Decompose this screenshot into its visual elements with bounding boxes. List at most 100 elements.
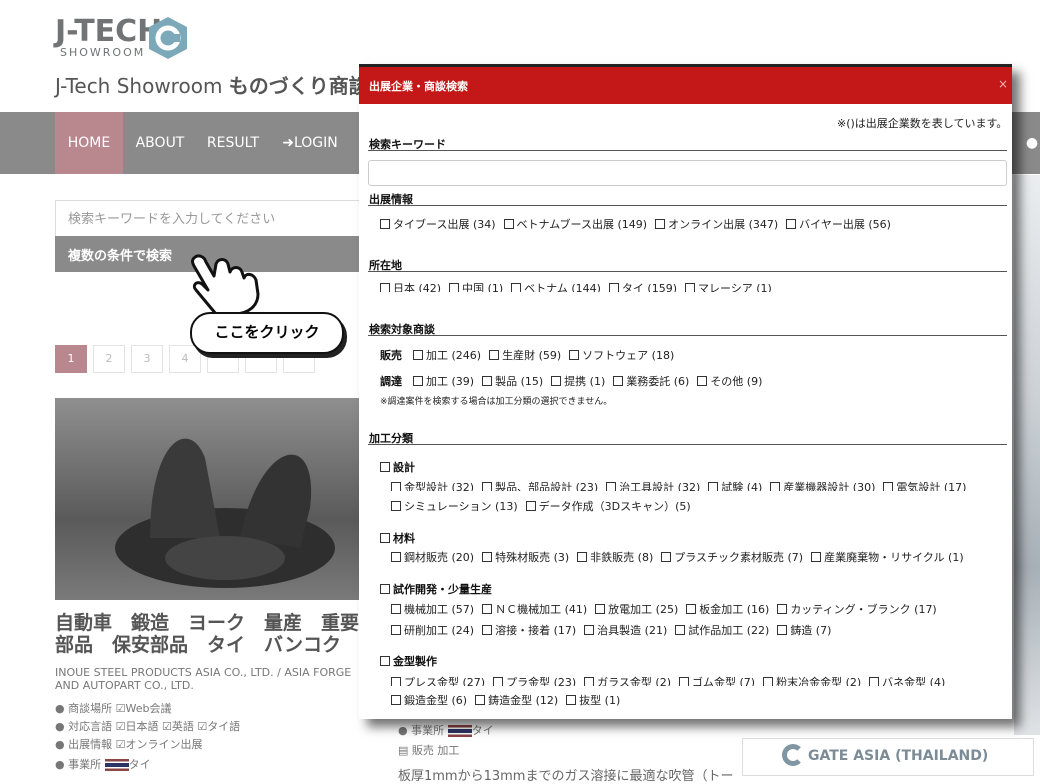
checkbox-option[interactable]: 特殊材販売 (3) [482, 549, 569, 565]
checkbox-option[interactable]: データ作成（3Dスキャン）(5) [525, 498, 691, 514]
checkbox-option[interactable]: 粉末冶金金型 (2) [763, 674, 861, 686]
checkbox[interactable] [391, 625, 401, 635]
checkbox[interactable] [391, 482, 401, 491]
checkbox[interactable] [569, 350, 580, 360]
checkbox[interactable] [482, 604, 493, 614]
nav-home[interactable]: HOME [55, 112, 123, 174]
checkbox[interactable] [380, 219, 390, 229]
checkbox-option[interactable]: 機械加工 (57) [391, 601, 474, 617]
page-2[interactable]: 2 [93, 345, 125, 373]
page-3[interactable]: 3 [131, 345, 163, 373]
material-category[interactable]: 材料 [380, 530, 415, 546]
nav-about[interactable]: ABOUT [124, 112, 196, 174]
checkbox-option[interactable]: マレーシア (1) [684, 280, 772, 292]
checkbox-option[interactable]: ＮＣ機械加工 (41) [482, 601, 587, 617]
checkbox-option[interactable]: 治工具設計 (32) [606, 479, 700, 491]
checkbox-option[interactable]: 鋼材販売 (20) [391, 549, 474, 565]
checkbox[interactable] [608, 283, 619, 292]
checkbox[interactable] [811, 552, 822, 562]
checkbox-option[interactable]: 加工 (246) [413, 347, 481, 363]
checkbox-option[interactable]: 治具製造 (21) [584, 622, 667, 638]
checkbox[interactable] [584, 625, 595, 635]
checkbox[interactable] [655, 219, 666, 229]
checkbox-option[interactable]: 電気設計 (17) [883, 479, 966, 491]
checkbox-option[interactable]: 製品 (15) [482, 373, 543, 389]
checkbox[interactable] [613, 376, 624, 386]
checkbox-option[interactable]: 鍛造金型 (6) [391, 692, 467, 708]
checkbox-option[interactable]: プラ金型 (23) [493, 674, 576, 686]
checkbox[interactable] [686, 604, 697, 614]
checkbox-option[interactable]: タイブース出展 (34) [380, 216, 496, 232]
checkbox[interactable] [380, 656, 390, 666]
checkbox[interactable] [675, 625, 686, 635]
checkbox-option[interactable]: 放電加工 (25) [595, 601, 678, 617]
checkbox[interactable] [661, 552, 672, 562]
checkbox-option[interactable]: 試作品加工 (22) [675, 622, 769, 638]
checkbox[interactable] [489, 350, 500, 360]
article-title[interactable]: 自動車 鍛造 ヨーク 量産 重要部品 保安部品 タイ バンコク [55, 612, 375, 656]
checkbox-option[interactable]: シミュレーション (13) [391, 498, 518, 514]
checkbox[interactable] [869, 677, 880, 686]
checkbox-option[interactable]: 研削加工 (24) [391, 622, 474, 638]
checkbox[interactable] [679, 677, 690, 686]
checkbox[interactable] [511, 283, 522, 292]
checkbox[interactable] [684, 283, 695, 292]
checkbox-option[interactable]: バイヤー出展 (56) [786, 216, 891, 232]
checkbox[interactable] [595, 604, 606, 614]
close-icon[interactable]: × [998, 77, 1008, 91]
checkbox-option[interactable]: ゴム金型 (7) [679, 674, 755, 686]
checkbox-option[interactable]: 金型設計 (32) [391, 479, 474, 491]
checkbox[interactable] [449, 283, 460, 292]
checkbox[interactable] [503, 219, 514, 229]
checkbox[interactable] [391, 604, 401, 614]
checkbox[interactable] [770, 482, 781, 491]
design-category[interactable]: 設計 [380, 459, 415, 475]
checkbox[interactable] [577, 552, 588, 562]
checkbox[interactable] [482, 376, 493, 386]
checkbox-option[interactable]: ガラス金型 (2) [584, 674, 671, 686]
checkbox-option[interactable]: 業務委託 (6) [613, 373, 689, 389]
mold-category[interactable]: 金型製作 [380, 653, 437, 669]
checkbox[interactable] [493, 677, 504, 686]
checkbox-option[interactable]: タイ (159) [608, 280, 677, 292]
checkbox-option[interactable]: 試験 (4) [708, 479, 762, 491]
checkbox[interactable] [482, 482, 493, 491]
checkbox[interactable] [777, 625, 788, 635]
checkbox[interactable] [380, 584, 390, 594]
checkbox-option[interactable]: 溶接・接着 (17) [482, 622, 576, 638]
checkbox[interactable] [584, 677, 595, 686]
nav-login[interactable]: ➜LOGIN [270, 112, 350, 174]
nav-result[interactable]: RESULT [197, 112, 269, 174]
checkbox-option[interactable]: ソフトウェア (18) [569, 347, 674, 363]
checkbox-option[interactable]: 加工 (39) [413, 373, 474, 389]
checkbox[interactable] [380, 533, 390, 543]
checkbox[interactable] [786, 219, 797, 229]
checkbox-option[interactable]: カッティング・ブランク (17) [777, 601, 937, 617]
checkbox-option[interactable]: プレス金型 (27) [391, 674, 485, 686]
checkbox[interactable] [475, 695, 486, 705]
checkbox[interactable] [482, 552, 493, 562]
checkbox[interactable] [380, 283, 390, 292]
checkbox-option[interactable]: 中国 (1) [449, 280, 503, 292]
checkbox-option[interactable]: ベトナムブース出展 (149) [503, 216, 647, 232]
checkbox-option[interactable]: バネ金型 (4) [869, 674, 945, 686]
checkbox[interactable] [777, 604, 788, 614]
checkbox[interactable] [380, 462, 390, 472]
product-photo[interactable] [55, 398, 365, 600]
checkbox[interactable] [566, 695, 577, 705]
checkbox[interactable] [697, 376, 708, 386]
proto-category[interactable]: 試作開発・少量生産 [380, 581, 492, 597]
checkbox-option[interactable]: 産業廃棄物・リサイクル (1) [811, 549, 964, 565]
globe-icon[interactable]: ● [1024, 112, 1040, 174]
checkbox[interactable] [763, 677, 774, 686]
checkbox[interactable] [551, 376, 562, 386]
checkbox-option[interactable]: その他 (9) [697, 373, 762, 389]
checkbox[interactable] [883, 482, 894, 491]
checkbox[interactable] [708, 482, 719, 491]
checkbox[interactable] [391, 501, 401, 511]
checkbox-option[interactable]: プラスチック素材販売 (7) [661, 549, 803, 565]
checkbox-option[interactable]: 抜型 (1) [566, 692, 620, 708]
checkbox-option[interactable]: 産業機器設計 (30) [770, 479, 875, 491]
checkbox[interactable] [413, 350, 423, 360]
checkbox-option[interactable]: 板金加工 (16) [686, 601, 769, 617]
